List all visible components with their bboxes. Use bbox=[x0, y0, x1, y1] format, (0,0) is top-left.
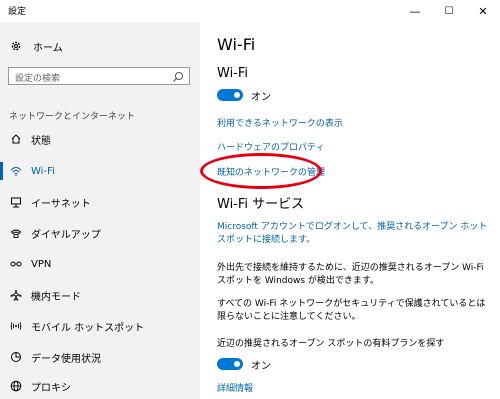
sidebar-item-wifi[interactable]: Wi-Fi bbox=[0, 160, 200, 182]
ethernet-icon bbox=[9, 195, 23, 209]
paid-plans-label: 近辺の推奨されるオープン スポットの有料プランを探す bbox=[217, 339, 445, 349]
available-networks-link[interactable]: 利用できるネットワークの表示 bbox=[217, 116, 343, 129]
data-usage-icon bbox=[9, 350, 23, 364]
sidebar-item-ethernet[interactable]: イーサネット bbox=[0, 191, 200, 213]
home-nav-item[interactable]: ホーム bbox=[9, 38, 63, 54]
wifi-services-heading: Wi-Fi サービス bbox=[217, 197, 305, 212]
minimize-button[interactable]: — bbox=[398, 0, 432, 22]
close-button[interactable]: ✕ bbox=[466, 0, 500, 22]
search-placeholder: 設定の検索 bbox=[15, 74, 61, 84]
paid-plans-toggle-label: オン bbox=[251, 360, 271, 372]
sidebar-item-label: データ使用状況 bbox=[31, 353, 101, 365]
wifi-toggle-label: オン bbox=[251, 91, 271, 103]
sidebar-item-label: モバイル ホットスポット bbox=[31, 322, 145, 334]
wifi-sense-description: 外出先で接続を維持するために、近辺の推奨されるオープン Wi-Fi スポットを … bbox=[217, 263, 484, 286]
airplane-icon bbox=[9, 288, 23, 302]
page-title: Wi-Fi bbox=[217, 35, 256, 54]
paid-plans-toggle[interactable] bbox=[217, 358, 243, 370]
sidebar-item-vpn[interactable]: VPN bbox=[0, 253, 200, 275]
wifi-icon bbox=[9, 164, 23, 178]
sidebar-item-label: VPN bbox=[31, 258, 52, 270]
microsoft-account-link[interactable]: Microsoft アカウントでログオンして、推奨されるオープン ホットスポット… bbox=[217, 221, 489, 247]
settings-search-box[interactable]: 設定の検索 bbox=[8, 67, 190, 85]
gear-icon bbox=[9, 39, 23, 53]
sidebar-item-proxy[interactable]: プロキシ bbox=[0, 375, 200, 397]
window-title: 設定 bbox=[8, 7, 27, 17]
hotspot-icon bbox=[9, 319, 23, 333]
sidebar-item-status[interactable]: 状態 bbox=[0, 128, 200, 150]
manage-known-networks-link[interactable]: 既知のネットワークの管理 bbox=[217, 165, 325, 178]
sidebar-item-data-usage[interactable]: データ使用状況 bbox=[0, 346, 200, 368]
maximize-button[interactable]: ☐ bbox=[432, 0, 466, 22]
sidebar-item-label: ダイヤルアップ bbox=[31, 229, 101, 241]
home-label: ホーム bbox=[33, 42, 63, 54]
vpn-icon bbox=[9, 257, 23, 271]
globe-icon bbox=[9, 379, 23, 393]
details-link[interactable]: 詳細情報 bbox=[217, 381, 253, 394]
paid-plans-toggle-row: オン bbox=[217, 356, 271, 372]
sidebar-item-label: 状態 bbox=[31, 135, 51, 147]
section-label: ネットワークとインターネット bbox=[9, 112, 136, 122]
hardware-properties-link[interactable]: ハードウェアのプロパティ bbox=[217, 140, 324, 153]
sidebar: ホーム 設定の検索 ネットワークとインターネット 状態 Wi-Fi イーサネット… bbox=[0, 22, 200, 399]
sidebar-item-dialup[interactable]: ダイヤルアップ bbox=[0, 222, 200, 244]
sidebar-item-label: Wi-Fi bbox=[31, 165, 55, 177]
home-status-icon bbox=[9, 132, 23, 146]
security-note: すべての Wi-Fi ネットワークがセキュリティで保護されているとは限らないこと… bbox=[217, 299, 486, 322]
sidebar-item-label: 機内モード bbox=[31, 291, 81, 303]
dialup-icon bbox=[9, 226, 23, 240]
sidebar-item-mobile-hotspot[interactable]: モバイル ホットスポット bbox=[0, 315, 200, 337]
sidebar-item-label: プロキシ bbox=[31, 382, 71, 394]
wifi-toggle[interactable] bbox=[217, 89, 243, 101]
wifi-heading: Wi-Fi bbox=[217, 66, 249, 81]
main-content: Wi-Fi Wi-Fi オン 利用できるネットワークの表示 ハードウェアのプロパ… bbox=[200, 22, 500, 399]
search-icon[interactable] bbox=[171, 69, 185, 83]
sidebar-item-airplane-mode[interactable]: 機内モード bbox=[0, 284, 200, 306]
wifi-toggle-row: オン bbox=[217, 87, 271, 103]
sidebar-item-label: イーサネット bbox=[31, 198, 91, 210]
title-bar: 設定 — ☐ ✕ bbox=[0, 0, 500, 22]
